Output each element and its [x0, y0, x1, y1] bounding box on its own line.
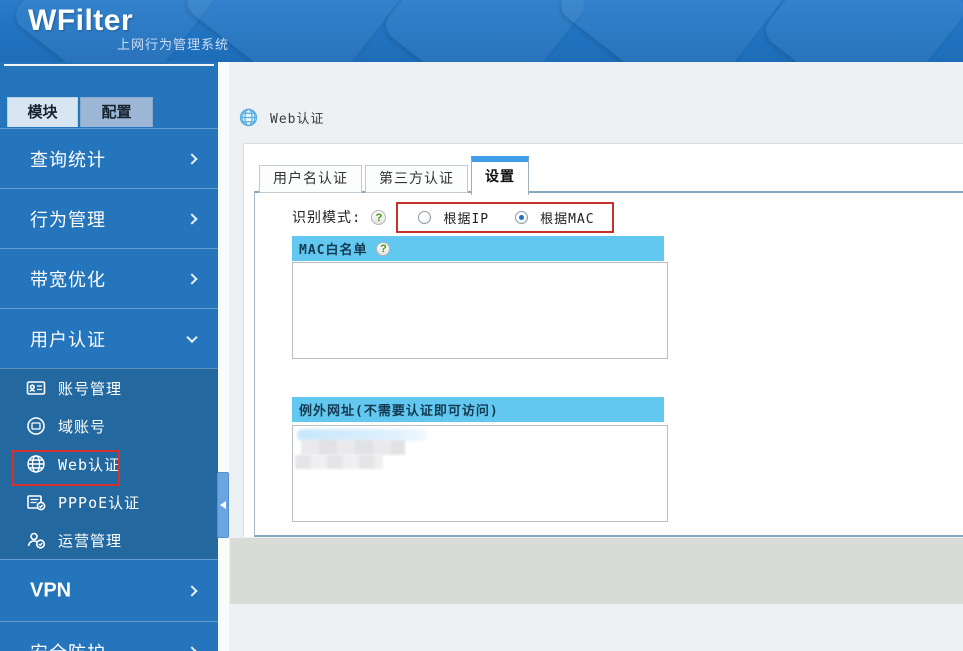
- identify-mode-label: 识别模式:: [292, 210, 362, 226]
- redacted-text: [295, 455, 383, 469]
- page-title: Web认证: [270, 111, 325, 127]
- radio-by-mac-label[interactable]: 根据MAC: [540, 208, 594, 227]
- annotation-box-mode-radios: 根据IP 根据MAC: [396, 201, 615, 233]
- exception-urls-title: 例外网址(不需要认证即可访问): [299, 404, 499, 419]
- submenu-item-pppoe-auth[interactable]: PPPoE认证: [0, 483, 218, 521]
- globe-icon: [239, 108, 258, 126]
- chevron-right-icon: [186, 272, 198, 285]
- mac-whitelist-textarea[interactable]: [292, 262, 668, 359]
- tab-config[interactable]: 配置: [80, 97, 153, 127]
- sidebar-item-bandwidth-opt[interactable]: 带宽优化: [0, 248, 218, 308]
- app-logo: WFilter: [28, 4, 134, 37]
- chevron-down-icon: [186, 331, 198, 343]
- breadcrumb: Web认证: [239, 106, 324, 128]
- app-header: WFilter 上网行为管理系统: [0, 0, 963, 62]
- radio-by-ip[interactable]: [418, 210, 432, 224]
- chevron-right-icon: [186, 645, 198, 651]
- chevron-right-icon: [186, 212, 198, 225]
- footer-band: [230, 538, 963, 604]
- tab-settings[interactable]: 设置: [471, 156, 529, 195]
- arrow-left-icon: [220, 501, 226, 509]
- radio-by-ip-label[interactable]: 根据IP: [443, 208, 489, 227]
- mac-whitelist-title: MAC白名单: [299, 243, 368, 258]
- domain-account-icon: [27, 417, 45, 435]
- submenu-item-web-auth[interactable]: Web认证: [0, 445, 218, 483]
- tab-thirdparty-auth[interactable]: 第三方认证: [365, 165, 468, 193]
- document-check-icon: [27, 495, 46, 511]
- help-icon[interactable]: ?: [371, 209, 387, 225]
- sidebar-item-behavior-mgmt[interactable]: 行为管理: [0, 188, 218, 248]
- user-auth-submenu: 账号管理 域账号 Web认证 PPPoE认证 运营管理: [0, 368, 218, 559]
- globe-icon: [27, 455, 45, 473]
- help-icon[interactable]: ?: [376, 241, 391, 256]
- submenu-item-domain-account[interactable]: 域账号: [0, 407, 218, 445]
- keyboard-pattern: [379, 0, 591, 62]
- divider: [218, 62, 229, 651]
- app-subtitle: 上网行为管理系统: [117, 37, 230, 52]
- chevron-right-icon: [186, 584, 198, 597]
- divider: [4, 64, 214, 66]
- tab-username-auth[interactable]: 用户名认证: [259, 165, 362, 193]
- sidebar: 模块 配置 查询统计 行为管理 带宽优化 用户认证 账号管理 域账号 Web认证…: [0, 62, 218, 651]
- radio-by-mac[interactable]: [515, 210, 529, 224]
- sidebar-item-query-stats[interactable]: 查询统计: [0, 128, 218, 188]
- chevron-right-icon: [186, 152, 198, 165]
- exception-urls-textarea[interactable]: [292, 425, 668, 522]
- content-panel: 用户名认证 第三方认证 设置 识别模式: ? 根据IP 根据MAC MAC白名单…: [243, 143, 963, 537]
- settings-tab-content: 识别模式: ? 根据IP 根据MAC MAC白名单 ? 例外网址(不需要认证即可…: [254, 191, 963, 537]
- auth-tabs: 用户名认证 第三方认证 设置: [259, 154, 532, 195]
- main-area: Web认证 用户名认证 第三方认证 设置 识别模式: ? 根据IP 根据MAC: [218, 62, 963, 651]
- sidebar-item-user-auth[interactable]: 用户认证: [0, 308, 218, 368]
- operator-icon: [27, 532, 46, 549]
- sidebar-collapse-handle[interactable]: [217, 472, 229, 538]
- sidebar-item-security[interactable]: 安全防护: [0, 621, 218, 651]
- mac-whitelist-header: MAC白名单 ?: [292, 236, 664, 261]
- submenu-item-operation-mgmt[interactable]: 运营管理: [0, 521, 218, 559]
- id-card-icon: [26, 381, 46, 395]
- wfilter-app: WFilter 上网行为管理系统 模块 配置 查询统计 行为管理 带宽优化 用户…: [0, 0, 963, 651]
- submenu-item-account-mgmt[interactable]: 账号管理: [0, 369, 218, 407]
- sidebar-item-vpn[interactable]: VPN: [0, 559, 218, 621]
- tab-modules[interactable]: 模块: [7, 97, 78, 127]
- exception-urls-header: 例外网址(不需要认证即可访问): [292, 397, 664, 422]
- sidebar-menu: 查询统计 行为管理 带宽优化 用户认证 账号管理 域账号 Web认证 PPPoE…: [0, 128, 218, 651]
- identify-mode-row: 识别模式: ? 根据IP 根据MAC: [292, 201, 615, 233]
- redacted-text: [301, 440, 405, 455]
- keyboard-pattern: [759, 0, 963, 62]
- keyboard-pattern: [554, 0, 801, 62]
